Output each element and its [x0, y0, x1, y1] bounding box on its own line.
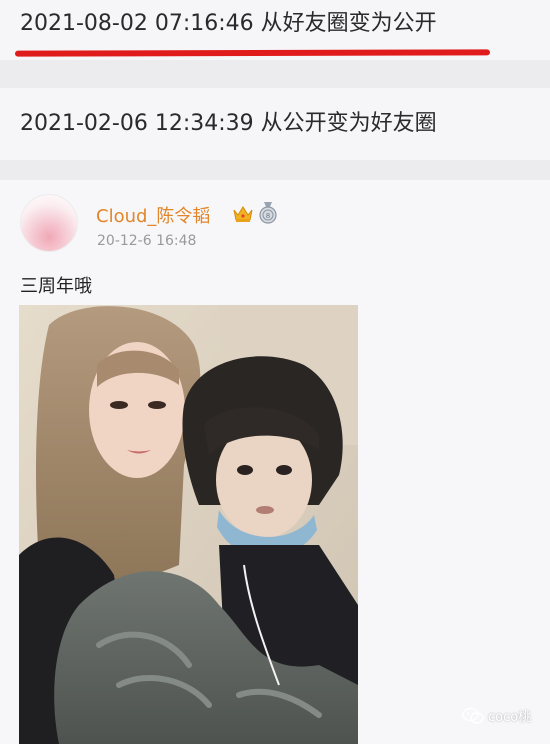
record-text: 2021-08-02 07:16:46 从好友圈变为公开 [20, 11, 437, 36]
crown-icon [233, 206, 253, 222]
visibility-change-record: 2021-02-06 12:34:39 从公开变为好友圈 [0, 88, 550, 160]
svg-text:8: 8 [266, 212, 270, 220]
watermark-text: coco桃 [488, 710, 532, 725]
post-photo[interactable] [19, 305, 358, 744]
red-underline [14, 49, 491, 57]
watermark: coco桃 [462, 706, 531, 725]
avatar[interactable] [20, 194, 78, 252]
post-username[interactable]: Cloud_陈令韬 [96, 202, 210, 228]
post-text: 三周年哦 [20, 276, 92, 297]
wechat-icon [462, 707, 484, 724]
post-card: Cloud_陈令韬 8 20-12-6 16:48 三周年哦 [0, 180, 550, 744]
medal-icon: 8 [259, 202, 277, 224]
record-text: 2021-02-06 12:34:39 从公开变为好友圈 [20, 111, 437, 136]
post-timestamp: 20-12-6 16:48 [97, 233, 197, 249]
